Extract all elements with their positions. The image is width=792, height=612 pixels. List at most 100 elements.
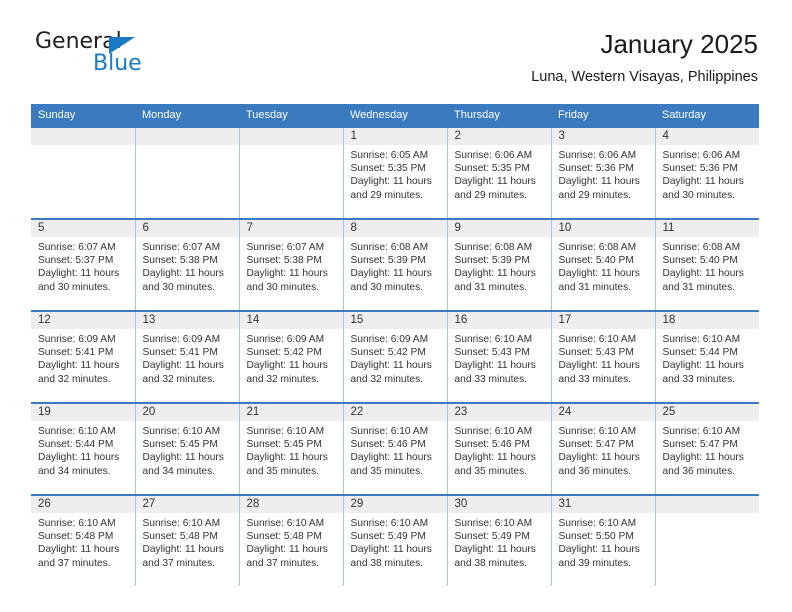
daylight-text: Daylight: 11 hours — [662, 360, 744, 372]
day-details: Sunrise: 6:10 AM Sunset: 5:45 PM Daylight:… — [240, 421, 343, 478]
day-cell[interactable]: 19 Sunrise: 6:10 AM Sunset: 5:44 PM Dayligh… — [31, 402, 135, 495]
day-cell[interactable]: 24 Sunrise: 6:10 AM Sunset: 5:47 PM Dayligh… — [550, 402, 655, 495]
day-cell-content: 18 Sunrise: 6:10 AM Sunset: 5:44 PM Dayligh… — [655, 312, 759, 402]
day-number: 3 — [551, 128, 655, 145]
day-cell[interactable]: 29 Sunrise: 6:10 AM Sunset: 5:49 PM Dayligh… — [342, 494, 447, 586]
sunset-text: Sunset: 5:42 PM — [350, 347, 426, 359]
day-cell[interactable]: 2 Sunrise: 6:06 AM Sunset: 5:35 PM Daylight… — [446, 126, 551, 219]
day-cell[interactable]: 12 Sunrise: 6:09 AM Sunset: 5:41 PM Dayligh… — [31, 310, 135, 403]
day-cell-content: 9 Sunrise: 6:08 AM Sunset: 5:39 PM Daylight… — [447, 220, 551, 310]
day-cell-content: 25 Sunrise: 6:10 AM Sunset: 5:47 PM Dayligh… — [655, 404, 759, 494]
sunset-text: Sunset: 5:40 PM — [662, 255, 738, 267]
sunset-text: Sunset: 5:38 PM — [246, 255, 322, 267]
day-cell[interactable]: 25 Sunrise: 6:10 AM Sunset: 5:47 PM Dayligh… — [654, 402, 759, 495]
sunset-text: Sunset: 5:45 PM — [246, 439, 322, 451]
daylight-text-cont: and 36 minutes. — [662, 465, 736, 477]
day-cell[interactable]: 4 Sunrise: 6:06 AM Sunset: 5:36 PM Daylight… — [654, 126, 759, 219]
day-cell[interactable]: 13 Sunrise: 6:09 AM Sunset: 5:41 PM Dayligh… — [134, 310, 239, 403]
day-cell[interactable]: 10 Sunrise: 6:08 AM Sunset: 5:40 PM Dayligh… — [550, 218, 655, 311]
daylight-text: Daylight: 11 hours — [454, 360, 536, 372]
day-cell-content: 10 Sunrise: 6:08 AM Sunset: 5:40 PM Dayligh… — [551, 220, 655, 310]
day-cell[interactable]: 18 Sunrise: 6:10 AM Sunset: 5:44 PM Dayligh… — [654, 310, 759, 403]
sunrise-text: Sunrise: 6:09 AM — [142, 334, 221, 345]
day-number: 21 — [239, 404, 343, 421]
day-cell[interactable]: 31 Sunrise: 6:10 AM Sunset: 5:50 PM Dayligh… — [550, 494, 655, 586]
daylight-text: Daylight: 11 hours — [454, 544, 536, 556]
sunrise-text: Sunrise: 6:10 AM — [662, 426, 741, 437]
day-cell[interactable]: 15 Sunrise: 6:09 AM Sunset: 5:42 PM Dayligh… — [342, 310, 447, 403]
day-cell[interactable]: 11 Sunrise: 6:08 AM Sunset: 5:40 PM Dayligh… — [654, 218, 759, 311]
day-cell-content: 26 Sunrise: 6:10 AM Sunset: 5:48 PM Dayligh… — [31, 496, 135, 586]
day-cell[interactable]: 8 Sunrise: 6:08 AM Sunset: 5:39 PM Daylight… — [342, 218, 447, 311]
daylight-text: Daylight: 11 hours — [350, 176, 432, 188]
day-cell[interactable]: 20 Sunrise: 6:10 AM Sunset: 5:45 PM Dayligh… — [134, 402, 239, 495]
day-number: 30 — [447, 496, 551, 513]
daylight-text-cont: and 32 minutes. — [350, 373, 424, 385]
day-cell[interactable]: 5 Sunrise: 6:07 AM Sunset: 5:37 PM Daylight… — [31, 218, 135, 311]
sunset-text: Sunset: 5:48 PM — [38, 531, 114, 543]
day-details: Sunrise: 6:10 AM Sunset: 5:48 PM Daylight:… — [136, 513, 239, 570]
day-details: Sunrise: 6:10 AM Sunset: 5:44 PM Daylight:… — [31, 421, 135, 478]
sunrise-text: Sunrise: 6:08 AM — [662, 242, 741, 253]
day-cell[interactable]: 1 Sunrise: 6:05 AM Sunset: 5:35 PM Daylight… — [342, 126, 447, 219]
daylight-text: Daylight: 11 hours — [662, 268, 744, 280]
day-number: 6 — [135, 220, 239, 237]
daylight-text: Daylight: 11 hours — [558, 268, 640, 280]
day-details: Sunrise: 6:07 AM Sunset: 5:37 PM Daylight:… — [31, 237, 135, 294]
sunrise-text: Sunrise: 6:10 AM — [454, 334, 533, 345]
calendar-grid: Sunday Monday Tuesday Wednesday Thursday Frid… — [31, 104, 759, 586]
day-cell-content: 3 Sunrise: 6:06 AM Sunset: 5:36 PM Daylight… — [551, 128, 655, 218]
sunset-text: Sunset: 5:39 PM — [454, 255, 530, 267]
day-details — [31, 145, 135, 149]
day-cell[interactable]: 28 Sunrise: 6:10 AM Sunset: 5:48 PM Dayligh… — [238, 494, 343, 586]
day-cell-content: 31 Sunrise: 6:10 AM Sunset: 5:50 PM Dayligh… — [551, 496, 655, 586]
day-cell-content: 12 Sunrise: 6:09 AM Sunset: 5:41 PM Dayligh… — [31, 312, 135, 402]
day-cell-content: 15 Sunrise: 6:09 AM Sunset: 5:42 PM Dayligh… — [343, 312, 447, 402]
day-cell[interactable]: 6 Sunrise: 6:07 AM Sunset: 5:38 PM Daylight… — [134, 218, 239, 311]
day-cell-content: 7 Sunrise: 6:07 AM Sunset: 5:38 PM Daylight… — [239, 220, 343, 310]
day-cell[interactable]: 22 Sunrise: 6:10 AM Sunset: 5:46 PM Dayligh… — [342, 402, 447, 495]
weekday-header-saturday: Saturday — [655, 104, 759, 127]
sunrise-text: Sunrise: 6:07 AM — [142, 242, 221, 253]
calendar-page: General Blue January 2025 Luna, Western … — [0, 0, 792, 612]
sunrise-text: Sunrise: 6:09 AM — [246, 334, 325, 345]
day-cell[interactable]: 16 Sunrise: 6:10 AM Sunset: 5:43 PM Dayligh… — [446, 310, 551, 403]
day-cell[interactable]: 3 Sunrise: 6:06 AM Sunset: 5:36 PM Daylight… — [550, 126, 655, 219]
daylight-text-cont: and 36 minutes. — [558, 465, 632, 477]
day-details: Sunrise: 6:06 AM Sunset: 5:36 PM Daylight:… — [552, 145, 655, 202]
daylight-text-cont: and 33 minutes. — [662, 373, 736, 385]
day-cell[interactable]: 23 Sunrise: 6:10 AM Sunset: 5:46 PM Dayligh… — [446, 402, 551, 495]
day-details: Sunrise: 6:10 AM Sunset: 5:46 PM Daylight:… — [448, 421, 551, 478]
day-cell[interactable]: 14 Sunrise: 6:09 AM Sunset: 5:42 PM Dayligh… — [238, 310, 343, 403]
day-number — [135, 128, 239, 145]
daylight-text: Daylight: 11 hours — [246, 544, 328, 556]
sunrise-text: Sunrise: 6:10 AM — [558, 518, 637, 529]
day-cell[interactable]: 17 Sunrise: 6:10 AM Sunset: 5:43 PM Dayligh… — [550, 310, 655, 403]
day-details: Sunrise: 6:07 AM Sunset: 5:38 PM Daylight:… — [240, 237, 343, 294]
daylight-text-cont: and 39 minutes. — [558, 557, 632, 569]
daylight-text: Daylight: 11 hours — [246, 268, 328, 280]
daylight-text-cont: and 38 minutes. — [350, 557, 424, 569]
day-cell[interactable]: 21 Sunrise: 6:10 AM Sunset: 5:45 PM Dayligh… — [238, 402, 343, 495]
sunrise-text: Sunrise: 6:10 AM — [142, 518, 221, 529]
daylight-text: Daylight: 11 hours — [350, 268, 432, 280]
day-number: 17 — [551, 312, 655, 329]
daylight-text: Daylight: 11 hours — [38, 452, 120, 464]
sunrise-text: Sunrise: 6:07 AM — [38, 242, 116, 253]
day-cell[interactable]: 7 Sunrise: 6:07 AM Sunset: 5:38 PM Daylight… — [238, 218, 343, 311]
day-cell-content: 24 Sunrise: 6:10 AM Sunset: 5:47 PM Dayligh… — [551, 404, 655, 494]
day-details: Sunrise: 6:10 AM Sunset: 5:46 PM Daylight:… — [344, 421, 447, 478]
general-blue-logo[interactable]: General Blue — [31, 28, 241, 90]
day-cell-empty — [238, 126, 343, 219]
week-row: 12 Sunrise: 6:09 AM Sunset: 5:41 PM Dayligh… — [31, 310, 759, 403]
day-cell[interactable]: 27 Sunrise: 6:10 AM Sunset: 5:48 PM Dayligh… — [134, 494, 239, 586]
day-number: 24 — [551, 404, 655, 421]
sunrise-text: Sunrise: 6:10 AM — [558, 426, 637, 437]
day-cell[interactable]: 30 Sunrise: 6:10 AM Sunset: 5:49 PM Dayligh… — [446, 494, 551, 586]
day-cell-content — [135, 128, 239, 218]
day-number: 27 — [135, 496, 239, 513]
day-details: Sunrise: 6:05 AM Sunset: 5:35 PM Daylight:… — [344, 145, 447, 202]
daylight-text-cont: and 35 minutes. — [350, 465, 424, 477]
day-cell[interactable]: 26 Sunrise: 6:10 AM Sunset: 5:48 PM Dayligh… — [31, 494, 135, 586]
day-cell[interactable]: 9 Sunrise: 6:08 AM Sunset: 5:39 PM Daylight… — [446, 218, 551, 311]
